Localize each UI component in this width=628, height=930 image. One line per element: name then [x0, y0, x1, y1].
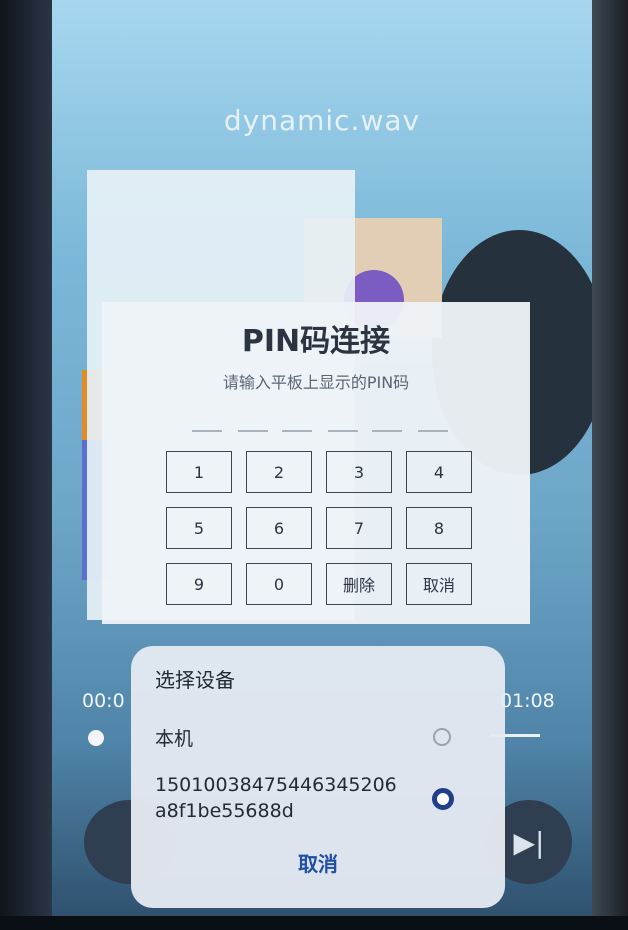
key-5-button[interactable]: 5 — [166, 507, 232, 549]
pin-digit-slot — [372, 430, 402, 432]
device-id-line1: 15010038475446345206 — [155, 774, 397, 796]
pin-cancel-button[interactable]: 取消 — [406, 563, 472, 605]
pin-digit-slot — [192, 430, 222, 432]
device-picker-sheet: 选择设备 本机 15010038475446345206 a8f1be55688… — [131, 646, 505, 908]
key-6-button[interactable]: 6 — [246, 507, 312, 549]
key-1-button[interactable]: 1 — [166, 451, 232, 493]
skip-next-icon: ▶| — [513, 825, 545, 859]
radio-unselected[interactable] — [433, 728, 451, 746]
track-title: dynamic.wav — [223, 104, 421, 137]
pin-digit-slot — [282, 430, 312, 432]
music-player-screen: dynamic.wav PIN码连接 请输入平板上显示的PIN码 1 2 3 4… — [52, 0, 592, 930]
pin-digit-slot — [328, 430, 358, 432]
bottom-bezel — [0, 916, 628, 930]
pin-digit-slot — [418, 430, 448, 432]
key-0-button[interactable]: 0 — [246, 563, 312, 605]
time-total: 01:08 — [500, 690, 555, 712]
device-option-local[interactable]: 本机 — [155, 726, 193, 752]
key-8-button[interactable]: 8 — [406, 507, 472, 549]
pin-dialog-subtitle: 请输入平板上显示的PIN码 — [222, 373, 410, 392]
progress-slider-thumb[interactable] — [88, 730, 104, 746]
radio-selected[interactable] — [432, 788, 454, 810]
pin-dialog-title: PIN码连接 — [241, 324, 391, 359]
key-4-button[interactable]: 4 — [406, 451, 472, 493]
pin-digit-slot — [238, 430, 268, 432]
key-2-button[interactable]: 2 — [246, 451, 312, 493]
key-3-button[interactable]: 3 — [326, 451, 392, 493]
sheet-cancel-button[interactable]: 取消 — [131, 848, 505, 877]
key-9-button[interactable]: 9 — [166, 563, 232, 605]
left-bezel — [0, 0, 52, 930]
device-option-remote[interactable]: 15010038475446345206 a8f1be55688d — [155, 772, 397, 824]
key-7-button[interactable]: 7 — [326, 507, 392, 549]
right-bezel — [592, 0, 628, 930]
delete-button[interactable]: 删除 — [326, 563, 392, 605]
sheet-title: 选择设备 — [155, 668, 235, 692]
time-elapsed: 00:0 — [82, 690, 125, 712]
device-id-line2: a8f1be55688d — [155, 800, 294, 822]
pin-dialog: PIN码连接 请输入平板上显示的PIN码 1 2 3 4 5 6 7 8 9 0… — [102, 302, 530, 624]
